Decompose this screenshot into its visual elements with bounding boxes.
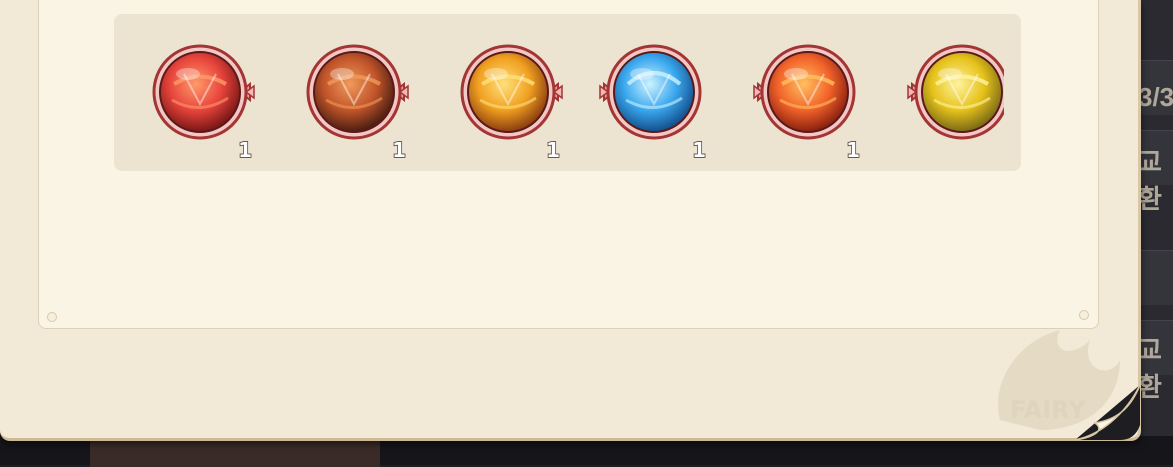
reward-item-count: 1 [845, 137, 860, 162]
reward-item-slot[interactable]: 1 [452, 44, 563, 163]
fire-flame-orb-icon [753, 44, 856, 140]
reward-item-slot[interactable]: 1 [598, 44, 708, 163]
reward-item-count: 1 [237, 137, 252, 162]
frame-rivet [47, 312, 57, 322]
red-light-pillar-orb-icon [152, 44, 255, 140]
page-curl-corner [1075, 385, 1140, 440]
reward-paper-panel: 11111 FAIRY [0, 0, 1141, 441]
reward-item-count: 1 [545, 137, 560, 162]
golden-whirlwind-orb-icon [460, 44, 563, 140]
background-exchange-text: 교환 [1138, 335, 1162, 402]
reward-item-count: 1 [391, 137, 406, 162]
background-exchange-text: 교환 [1138, 147, 1162, 214]
reward-item-slot[interactable]: 1 [752, 44, 862, 163]
reward-item-slot[interactable] [906, 44, 1004, 154]
background-counter-text: 3/3 [1138, 82, 1173, 112]
yellow-lightning-orb-icon [907, 44, 1004, 140]
blue-ice-crystal-orb-icon [599, 44, 702, 140]
reward-item-slot[interactable]: 1 [298, 44, 409, 163]
reward-item-list: 1 1 1 1 1 [114, 14, 1004, 171]
reward-item-tray: 1 1 1 1 1 [114, 14, 1021, 171]
reward-item-slot[interactable]: 1 [144, 44, 255, 163]
reward-item-count: 1 [691, 137, 706, 162]
brown-swirl-orb-icon [306, 44, 409, 140]
